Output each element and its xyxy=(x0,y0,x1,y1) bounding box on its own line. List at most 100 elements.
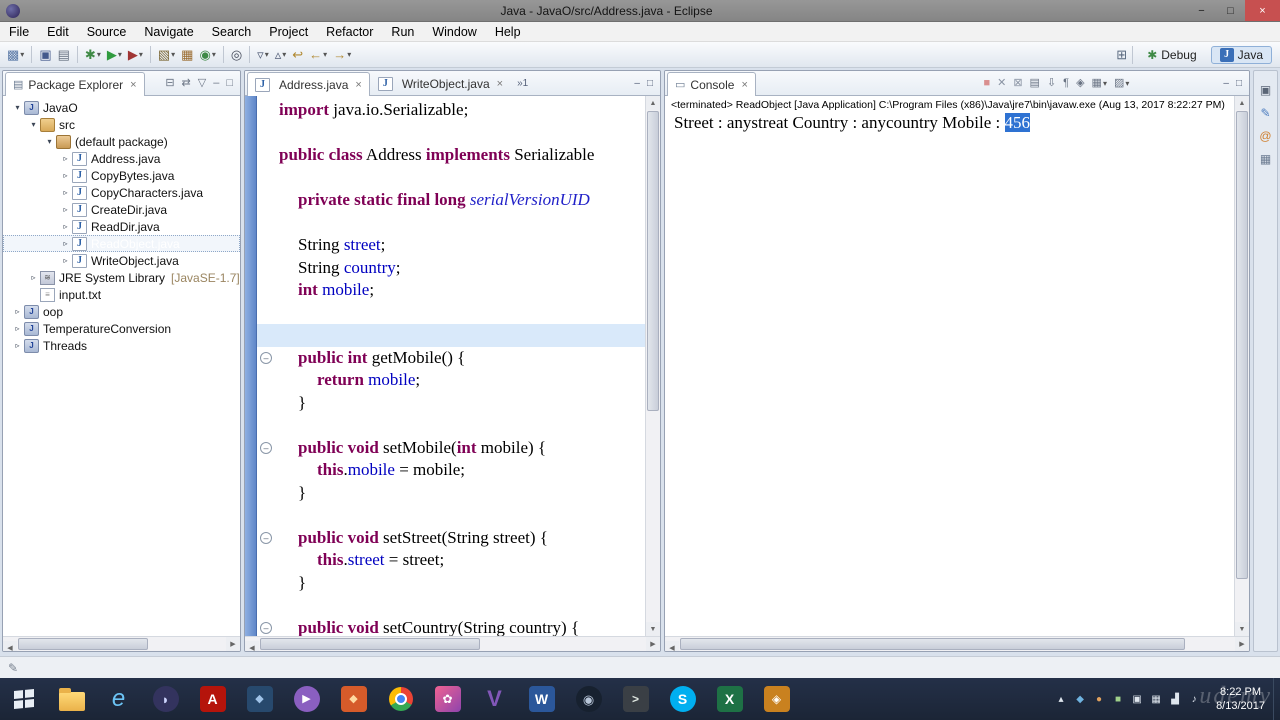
tree-arrow-icon[interactable]: ▹ xyxy=(59,205,72,214)
code-line[interactable]: this.street = street; xyxy=(257,549,645,572)
minimize-view-icon[interactable]: – xyxy=(213,78,219,89)
forward-button[interactable]: → ▾ xyxy=(330,44,354,66)
code-line[interactable] xyxy=(257,167,645,190)
print-button[interactable]: ▤ xyxy=(55,44,73,66)
minimize-editor-icon[interactable]: – xyxy=(634,78,640,89)
scrollbar-thumb[interactable] xyxy=(680,638,1185,650)
code-editor[interactable]: import java.io.Serializable; public class… xyxy=(257,96,645,636)
dropdown-arrow-icon[interactable]: ▾ xyxy=(1103,79,1107,88)
code-line[interactable]: } xyxy=(257,572,645,595)
tree-arrow-icon[interactable]: ▹ xyxy=(11,307,24,316)
volume-icon[interactable]: ♪ xyxy=(1186,694,1202,705)
close-tab-icon[interactable]: × xyxy=(497,78,503,90)
close-view-icon[interactable]: × xyxy=(130,79,136,91)
scroll-left-icon[interactable]: ◀ xyxy=(245,641,259,651)
tree-item-copycharacters-java[interactable]: ▹ J CopyCharacters.java xyxy=(3,184,240,201)
tree-item-default-package[interactable]: ▾ (default package) xyxy=(3,133,240,150)
remove-all-launches-icon[interactable]: ⊠ xyxy=(1013,78,1022,89)
console-horizontal-scrollbar[interactable]: ◀ ▶ xyxy=(665,636,1249,651)
antivirus-icon[interactable]: ● xyxy=(1091,694,1107,705)
close-window-button[interactable]: × xyxy=(1245,0,1280,21)
fold-collapse-icon[interactable]: – xyxy=(260,351,272,364)
taskbar-chrome-icon[interactable] xyxy=(377,678,424,720)
tree-item-input-txt[interactable]: ≡ input.txt xyxy=(3,286,240,303)
code-line[interactable] xyxy=(257,324,645,347)
maximize-console-icon[interactable]: □ xyxy=(1236,78,1242,89)
start-button[interactable] xyxy=(0,678,48,720)
dropdown-arrow-icon[interactable]: ▾ xyxy=(347,50,351,59)
outline-view-icon[interactable]: @ xyxy=(1259,129,1271,143)
scroll-up-icon[interactable]: ▲ xyxy=(646,96,660,110)
taskbar-internet-explorer-icon[interactable]: e xyxy=(95,678,142,720)
cloud-sync-icon[interactable]: ■ xyxy=(1110,694,1126,705)
display-selected-console-icon[interactable]: ▦▾ xyxy=(1092,78,1107,89)
menu-search[interactable]: Search xyxy=(203,22,261,41)
menu-edit[interactable]: Edit xyxy=(38,22,78,41)
menu-navigate[interactable]: Navigate xyxy=(135,22,202,41)
taskbar-adobe-reader-icon[interactable]: A xyxy=(189,678,236,720)
link-with-editor-icon[interactable]: ⇄ xyxy=(182,78,191,89)
show-desktop-button[interactable] xyxy=(1273,678,1280,720)
debug-perspective-button[interactable]: ✱ Debug xyxy=(1138,46,1205,64)
back-button[interactable]: ← ▾ xyxy=(306,44,330,66)
taskbar-visio-icon[interactable]: V xyxy=(471,678,518,720)
dropdown-arrow-icon[interactable]: ▾ xyxy=(171,50,175,59)
show-hidden-icons-icon[interactable]: ▴ xyxy=(1053,694,1069,705)
open-perspective-icon[interactable]: ⊞ xyxy=(1116,47,1127,63)
scrollbar-thumb[interactable] xyxy=(260,638,480,650)
taskbar-app-red-orange-icon[interactable]: ◆ xyxy=(330,678,377,720)
scroll-up-icon[interactable]: ▲ xyxy=(1235,96,1249,110)
maximize-editor-icon[interactable]: □ xyxy=(647,78,653,89)
dropdown-arrow-icon[interactable]: ▾ xyxy=(97,50,101,59)
tree-item-temperatureconversion[interactable]: ▹ J TemperatureConversion xyxy=(3,320,240,337)
maximize-view-icon[interactable]: □ xyxy=(226,78,233,89)
tree-arrow-icon[interactable]: ▹ xyxy=(27,273,40,282)
last-edit-location-button[interactable]: ↩ xyxy=(289,44,306,66)
tree-item-createdir-java[interactable]: ▹ J CreateDir.java xyxy=(3,201,240,218)
code-line[interactable] xyxy=(257,212,645,235)
scroll-right-icon[interactable]: ▶ xyxy=(226,637,240,651)
minimize-console-icon[interactable]: – xyxy=(1223,78,1229,89)
code-line[interactable]: } xyxy=(257,392,645,415)
problems-view-icon[interactable]: ▦ xyxy=(1260,152,1271,166)
scrollbar-thumb[interactable] xyxy=(1236,111,1248,579)
code-line[interactable]: String street; xyxy=(257,234,645,257)
dropdown-arrow-icon[interactable]: ▾ xyxy=(139,50,143,59)
console-output-area[interactable]: <terminated> ReadObject [Java Applicatio… xyxy=(665,96,1234,636)
code-line[interactable] xyxy=(257,122,645,145)
tree-arrow-icon[interactable]: ▹ xyxy=(59,222,72,231)
dropdown-arrow-icon[interactable]: ▾ xyxy=(1125,79,1129,88)
taskbar-app-orange-icon[interactable]: ◈ xyxy=(753,678,800,720)
code-line[interactable] xyxy=(257,414,645,437)
explorer-horizontal-scrollbar[interactable]: ◀ ▶ xyxy=(3,636,240,651)
clear-console-icon[interactable]: ▤ xyxy=(1030,78,1040,89)
dropdown-arrow-icon[interactable]: ▾ xyxy=(282,50,286,59)
code-line[interactable]: public class Address implements Serializ… xyxy=(257,144,645,167)
editor-tab-address-java[interactable]: J Address.java × xyxy=(247,72,370,96)
package-explorer-tab[interactable]: ▤ Package Explorer × xyxy=(5,72,145,96)
menu-file[interactable]: File xyxy=(0,22,38,41)
debug-button[interactable]: ✱ ▾ xyxy=(82,44,104,66)
tree-item-readobject-java[interactable]: ▹ J ReadObject.java xyxy=(3,235,240,252)
new-package-button[interactable]: ▦ xyxy=(178,44,196,66)
tree-item-jre-system-library[interactable]: ▹ ≋ JRE System Library [JavaSE-1.7] xyxy=(3,269,240,286)
console-vertical-scrollbar[interactable]: ▲ ▼ xyxy=(1234,96,1249,636)
maximize-window-button[interactable]: □ xyxy=(1216,0,1245,21)
tree-arrow-icon[interactable]: ▹ xyxy=(59,256,72,265)
code-line[interactable]: import java.io.Serializable; xyxy=(257,99,645,122)
fold-collapse-icon[interactable]: – xyxy=(260,441,272,454)
taskbar-photo-app-icon[interactable]: ✿ xyxy=(424,678,471,720)
tree-item-writeobject-java[interactable]: ▹ J WriteObject.java xyxy=(3,252,240,269)
menu-run[interactable]: Run xyxy=(382,22,423,41)
terminate-icon[interactable]: ■ xyxy=(983,78,990,89)
scroll-left-icon[interactable]: ◀ xyxy=(3,641,17,651)
tree-item-threads[interactable]: ▹ J Threads xyxy=(3,337,240,354)
fold-collapse-icon[interactable]: – xyxy=(260,621,272,634)
new-wizard-button[interactable]: ▩ ▾ xyxy=(4,44,27,66)
restore-views-icon[interactable]: ▣ xyxy=(1260,83,1271,97)
tree-arrow-icon[interactable]: ▹ xyxy=(59,154,72,163)
code-line[interactable]: – public int getMobile() { xyxy=(257,347,645,370)
tree-arrow-icon[interactable]: ▹ xyxy=(11,324,24,333)
scroll-left-icon[interactable]: ◀ xyxy=(665,641,679,651)
open-console-icon[interactable]: ▨▾ xyxy=(1114,78,1129,89)
